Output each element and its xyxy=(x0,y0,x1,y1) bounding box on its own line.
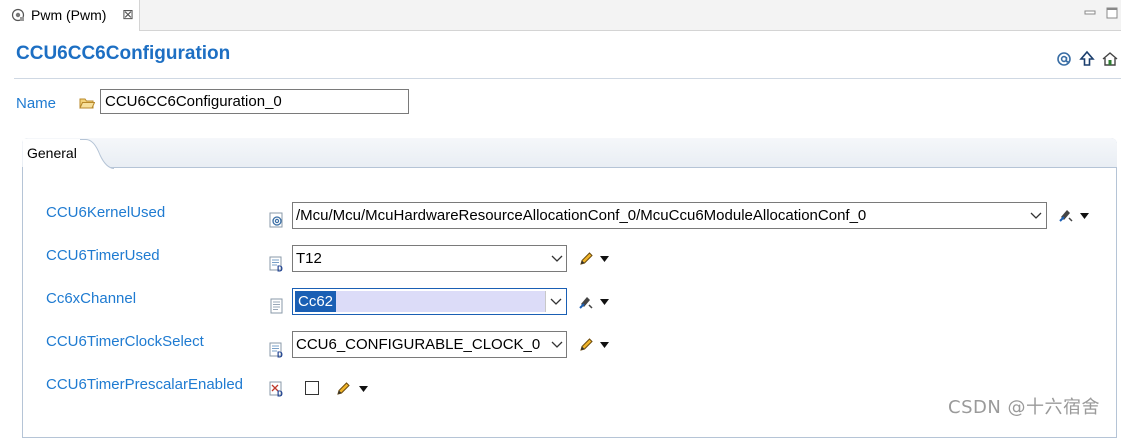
header-divider xyxy=(14,78,1121,79)
section-tab-strip xyxy=(22,138,1117,168)
param-label-ccu6timerused: CCU6TimerUsed xyxy=(46,247,160,264)
combo-value: CCU6_CONFIGURABLE_CLOCK_0 xyxy=(296,336,541,353)
param-doc-icon xyxy=(270,298,283,314)
svg-text:D: D xyxy=(277,390,283,398)
boolean-param-icon: D xyxy=(269,381,283,398)
close-icon[interactable]: ⊠ xyxy=(122,6,134,23)
link-icon[interactable] xyxy=(578,294,594,310)
combo-value: Cc62 xyxy=(295,291,337,312)
checkbox-ccu6timerprescalarenabled[interactable] xyxy=(305,381,319,395)
combo-ccu6timerused[interactable]: T12 xyxy=(292,245,567,272)
chevron-down-icon[interactable] xyxy=(550,298,562,306)
derived-param-icon: D xyxy=(269,256,283,273)
chevron-down-icon[interactable] xyxy=(551,255,563,263)
caret-down-icon[interactable] xyxy=(600,342,609,348)
tab-general-label: General xyxy=(27,145,77,161)
name-label: Name xyxy=(16,95,57,112)
chevron-down-icon[interactable] xyxy=(551,341,563,349)
editor-tab-label: Pwm (Pwm) xyxy=(31,7,107,23)
param-label-ccu6timerclockselect: CCU6TimerClockSelect xyxy=(46,333,204,350)
chevron-down-icon[interactable] xyxy=(1030,212,1042,220)
combo-cc6xchannel[interactable]: Cc62 xyxy=(292,288,567,315)
pencil-icon[interactable] xyxy=(578,251,594,267)
page-title: CCU6CC6Configuration xyxy=(16,43,231,64)
arrow-up-icon[interactable] xyxy=(1078,50,1096,68)
derived-param-icon: D xyxy=(269,342,283,359)
home-icon[interactable] xyxy=(1101,50,1119,68)
combo-arrow-box[interactable] xyxy=(545,291,566,312)
combo-value: /Mcu/Mcu/McuHardwareResourceAllocationCo… xyxy=(296,207,867,224)
minimize-icon[interactable] xyxy=(1082,5,1098,21)
caret-down-icon[interactable] xyxy=(1080,213,1089,219)
svg-text:D: D xyxy=(277,265,283,273)
reference-icon xyxy=(269,212,283,228)
svg-text:D: D xyxy=(277,351,283,359)
combo-selection: Cc62 xyxy=(295,291,545,312)
param-label-cc6xchannel: Cc6xChannel xyxy=(46,290,137,307)
caret-down-icon[interactable] xyxy=(600,299,609,305)
combo-ccu6timerclockselect[interactable]: CCU6_CONFIGURABLE_CLOCK_0 xyxy=(292,331,567,358)
param-label-ccu6kernelused: CCU6KernelUsed xyxy=(46,204,166,221)
editor-tab-bar: Pwm (Pwm) ⊠ xyxy=(0,0,1121,31)
folder-icon xyxy=(79,98,95,109)
at-sign-icon[interactable] xyxy=(1055,50,1073,68)
watermark: CSDN @十六宿舍 xyxy=(948,397,1101,418)
pencil-icon[interactable] xyxy=(578,337,594,353)
tab-general-edge xyxy=(80,139,114,169)
caret-down-icon[interactable] xyxy=(359,386,368,392)
caret-down-icon[interactable] xyxy=(600,256,609,262)
combo-value: T12 xyxy=(296,250,322,267)
name-input[interactable] xyxy=(100,89,409,114)
module-icon xyxy=(11,8,25,22)
param-label-ccu6timerprescalarenabled: CCU6TimerPrescalarEnabled xyxy=(46,376,244,393)
combo-ccu6kernelused[interactable]: /Mcu/Mcu/McuHardwareResourceAllocationCo… xyxy=(292,202,1047,229)
maximize-icon[interactable] xyxy=(1104,5,1120,21)
link-icon[interactable] xyxy=(1058,207,1074,223)
pencil-icon[interactable] xyxy=(335,381,351,397)
editor-tab-pwm[interactable]: Pwm (Pwm) ⊠ xyxy=(0,0,140,31)
